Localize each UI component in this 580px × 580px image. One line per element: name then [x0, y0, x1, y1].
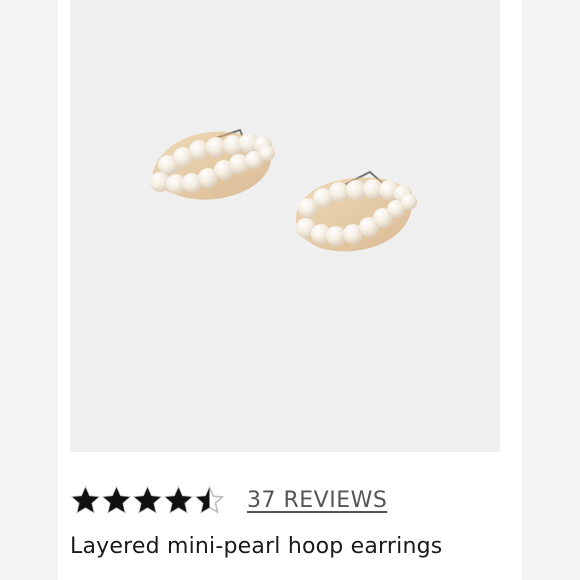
rating-row: 37 REVIEWS — [70, 482, 387, 518]
star-full-icon — [132, 485, 163, 514]
left-earring — [150, 128, 275, 200]
product-card: 37 REVIEWS Layered mini-pearl hoop earri… — [0, 0, 580, 580]
reviews-link[interactable]: 37 REVIEWS — [247, 488, 387, 513]
star-rating — [70, 485, 225, 516]
right-earring — [296, 170, 417, 252]
earrings-illustration — [150, 128, 417, 252]
star-full-icon — [101, 485, 132, 514]
left-gutter — [0, 0, 58, 580]
star-full-icon — [163, 485, 194, 514]
star-half-icon — [194, 485, 225, 514]
product-image[interactable] — [70, 0, 500, 452]
right-gutter — [522, 0, 580, 580]
product-title: Layered mini-pearl hoop earrings — [70, 534, 443, 559]
star-full-icon — [70, 485, 101, 514]
